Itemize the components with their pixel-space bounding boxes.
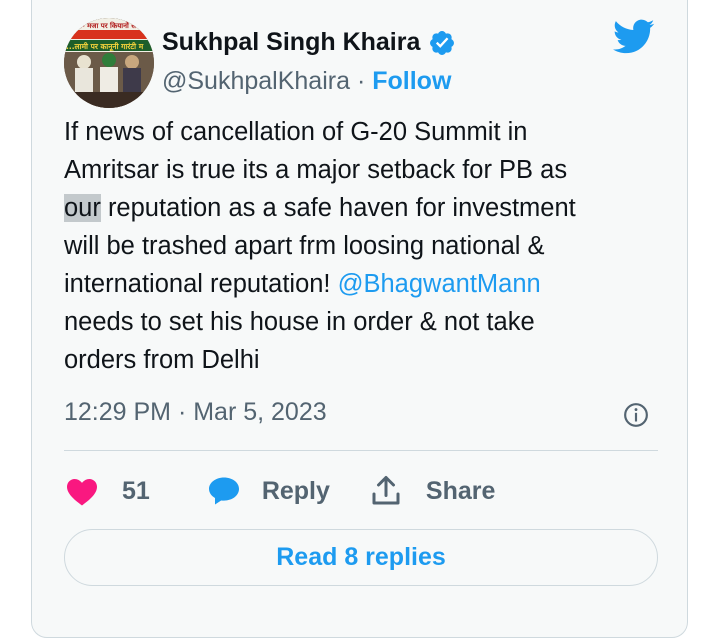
avatar-photo: ...ता- मजा पर कियानों से ...लामी पर कानू… xyxy=(64,18,154,108)
tweet-card: ...ता- मजा पर कियानों से ...लामी पर कानू… xyxy=(31,0,688,638)
reply-button[interactable]: Reply xyxy=(206,473,330,509)
action-bar: 51 Reply Share xyxy=(64,469,495,513)
info-icon[interactable] xyxy=(623,402,649,428)
heart-icon xyxy=(67,479,97,506)
handle-separator: · xyxy=(356,67,366,95)
author-handle-row: @SukhpalKhaira · Follow xyxy=(162,67,451,96)
author-display-name[interactable]: Sukhpal Singh Khaira xyxy=(162,28,420,57)
twitter-bird-icon[interactable] xyxy=(613,19,655,55)
like-button[interactable]: 51 xyxy=(64,473,150,509)
author-name-row: Sukhpal Singh Khaira xyxy=(162,28,456,57)
verified-badge-icon xyxy=(430,30,455,55)
divider xyxy=(64,450,658,451)
follow-button[interactable]: Follow xyxy=(372,67,451,95)
share-label: Share xyxy=(425,476,496,505)
share-upload-icon xyxy=(372,476,400,505)
highlighted-word: our xyxy=(64,194,101,222)
avatar-banner-line1: ...ता- मजा पर कियानों से xyxy=(68,21,136,30)
like-count: 51 xyxy=(122,476,150,505)
author-handle[interactable]: @SukhpalKhaira xyxy=(162,67,350,95)
tweet-text-part-1: If news of cancellation of G-20 Summit i… xyxy=(64,118,568,184)
share-button[interactable]: Share xyxy=(368,473,495,509)
avatar-banner-line2: ...लामी पर कानूनी गारंटी म xyxy=(66,42,144,52)
author-avatar[interactable]: ...ता- मजा पर कियानों से ...लामी पर कानू… xyxy=(64,18,154,108)
reply-label: Reply xyxy=(261,476,330,505)
tweet-timestamp[interactable]: 12:29 PM · Mar 5, 2023 xyxy=(64,398,327,427)
read-replies-button[interactable]: Read 8 replies xyxy=(64,529,658,586)
read-replies-label: Read 8 replies xyxy=(276,543,446,571)
tweet-body: If news of cancellation of G-20 Summit i… xyxy=(64,113,654,379)
tweet-text-part-3: needs to set his house in order & not ta… xyxy=(64,308,535,374)
mention-link[interactable]: @BhagwantMann xyxy=(338,270,541,298)
speech-bubble-icon xyxy=(208,477,239,505)
